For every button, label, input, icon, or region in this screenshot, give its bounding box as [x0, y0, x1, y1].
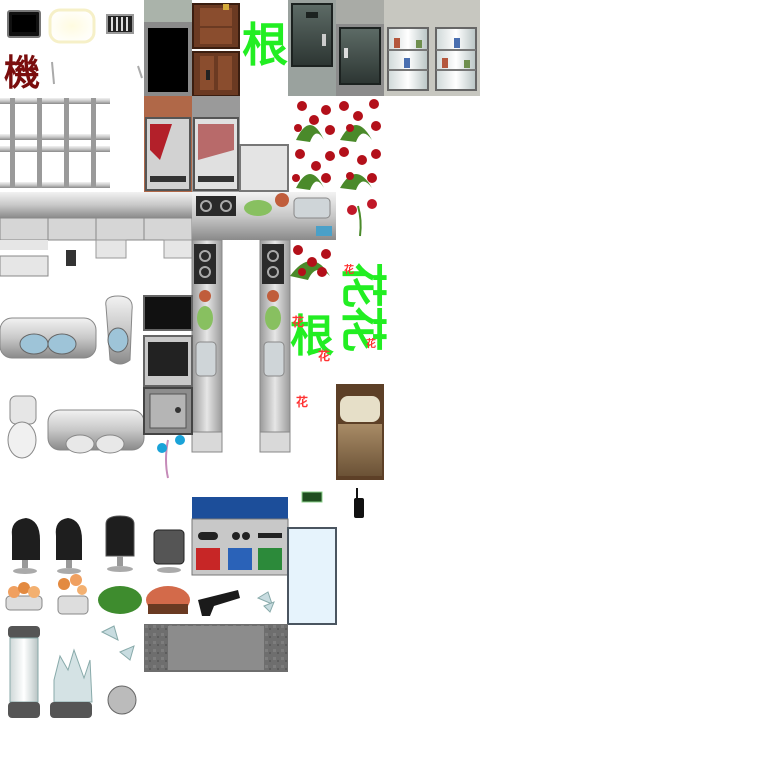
light-panel-icon — [48, 8, 96, 44]
trash-bin-icon — [153, 529, 185, 573]
safe-icon — [143, 387, 193, 435]
flower-kanji-label: 花 — [366, 339, 376, 350]
dark-doorway-icon — [144, 0, 192, 96]
vent-grate-icon — [106, 14, 134, 34]
flower-kanji-label: 花 — [318, 349, 331, 363]
metal-locker-icon — [288, 0, 336, 96]
stone-floor-icon — [144, 624, 288, 672]
window-pane-icon — [287, 527, 337, 625]
wall-hook-icon — [51, 61, 55, 85]
blue-flower-icon — [157, 435, 185, 479]
rose-bush-icon — [290, 99, 381, 280]
office-chair-icon — [11, 515, 135, 574]
handgun-icon — [198, 590, 240, 616]
keycard-icon — [301, 491, 323, 503]
microwave-icon — [143, 335, 193, 387]
metal-rack-icon — [0, 98, 110, 188]
refrigerator-icon — [239, 144, 289, 192]
flower-pot-icon — [5, 574, 190, 615]
machine-kanji-label: 機 — [4, 53, 41, 94]
wall-hook-icon — [137, 65, 143, 79]
single-rose-icon — [347, 199, 377, 237]
flower-kanji-label: 花 — [296, 395, 309, 409]
tileset-canvas — [0, 0, 480, 718]
vending-machine-icon — [144, 96, 240, 192]
steel-counter-icon — [0, 192, 193, 277]
flower-kanji-label: 花 — [344, 265, 354, 276]
bed-icon — [336, 384, 384, 480]
tileset-sheet: 機 根 根 花 花 花 花 花 花 花 — [0, 0, 768, 768]
glass-shard-icon — [256, 591, 275, 613]
flower-kanji-label: 花 — [292, 315, 305, 329]
recycle-station-icon — [191, 497, 289, 576]
radio-icon — [354, 488, 364, 518]
locker-cabinet-icon — [336, 0, 384, 96]
kitchen-column-icon — [191, 239, 291, 453]
flower-kanji-label: 花 — [336, 306, 390, 352]
wooden-door-icon — [192, 3, 240, 97]
root-kanji-label: 根 — [242, 18, 288, 72]
glass-capsule-icon — [8, 626, 40, 718]
glass-cabinet-icon — [384, 0, 480, 96]
broken-capsule-icon — [50, 625, 137, 718]
tv-screen-icon — [143, 295, 193, 331]
monitor-icon — [7, 10, 41, 38]
